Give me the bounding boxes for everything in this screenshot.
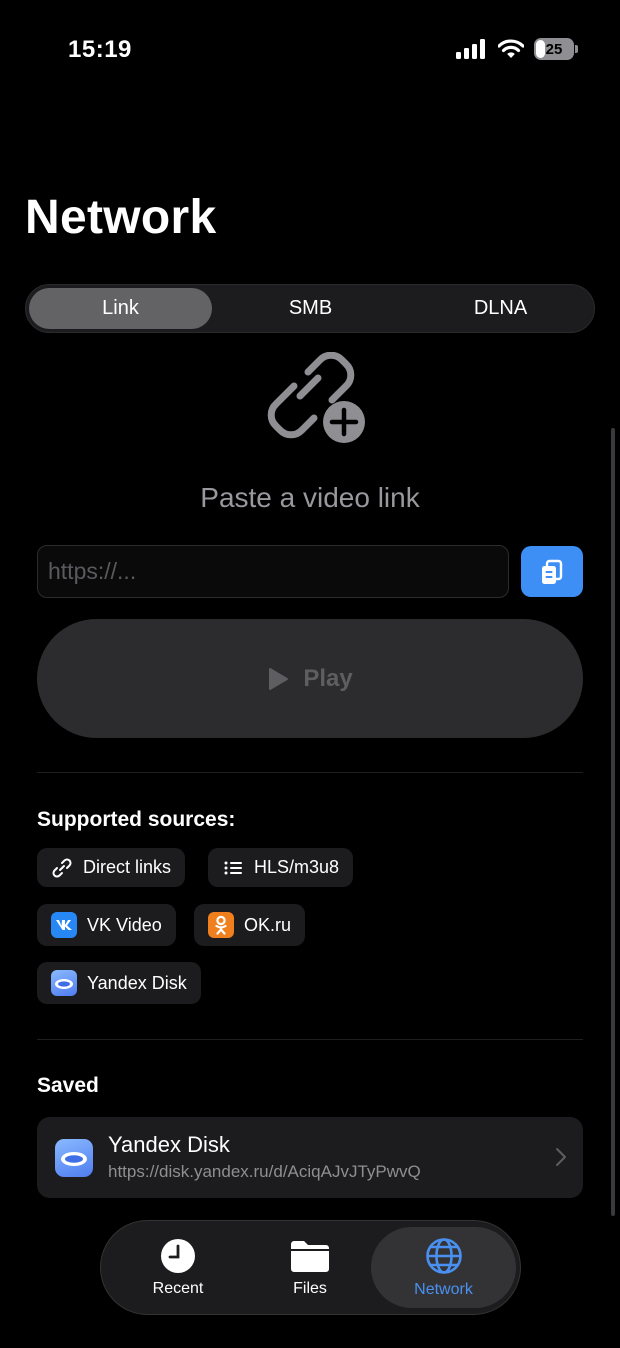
source-label: OK.ru (244, 914, 292, 935)
paste-link-title: Paste a video link (200, 482, 420, 513)
folder-icon (291, 1240, 329, 1272)
source-label: HLS/m3u8 (254, 857, 340, 877)
source-chip-yandex-disk: Yandex Disk (37, 962, 201, 1004)
paste-button[interactable] (521, 546, 583, 597)
source-label: Direct links (83, 857, 172, 877)
source-chip-hls: HLS/m3u8 (208, 848, 354, 887)
saved-item-url: https://disk.yandex.ru/d/AciqAJvJTyPwvQ (108, 1162, 421, 1181)
tab-label: Recent (152, 1279, 204, 1297)
source-chip-vk-video: VK Video (37, 904, 176, 946)
link-icon (52, 857, 72, 878)
source-chip-ok: OK.ru (194, 904, 306, 946)
battery-level: 25 (545, 40, 563, 58)
saved-heading: Saved (37, 1074, 99, 1097)
tab-bar: Recent Files Network (100, 1220, 521, 1315)
tab-label: Files (293, 1279, 327, 1297)
scrollbar[interactable] (611, 428, 615, 1216)
status-bar: 15:19 25 (0, 0, 620, 100)
saved-item-title: Yandex Disk (108, 1132, 230, 1157)
tab-network[interactable]: Network (371, 1227, 516, 1308)
tab-files[interactable]: Files (240, 1227, 380, 1308)
battery-icon: 25 (534, 38, 578, 60)
status-icons: 25 (456, 38, 578, 60)
wifi-icon (498, 39, 524, 58)
saved-item-yandex-disk[interactable]: Yandex Disk https://disk.yandex.ru/d/Aci… (37, 1117, 583, 1198)
clipboard-icon (542, 559, 563, 584)
page-title: Network (25, 191, 217, 244)
tab-link[interactable]: Link (29, 288, 212, 329)
tab-smb[interactable]: SMB (219, 288, 402, 329)
chevron-right-icon (556, 1148, 566, 1166)
source-chip-direct-links: Direct links (37, 848, 186, 887)
divider (37, 772, 583, 773)
play-label: Play (303, 664, 353, 692)
clock-icon (161, 1238, 195, 1273)
status-time: 15:19 (68, 36, 132, 63)
tab-recent[interactable]: Recent (108, 1227, 248, 1308)
segmented-control: Link SMB DLNA (25, 284, 595, 333)
tab-label: Network (414, 1280, 473, 1298)
url-input[interactable] (37, 545, 509, 598)
divider (37, 1039, 583, 1040)
signal-icon (456, 39, 485, 59)
source-label: Yandex Disk (87, 972, 187, 993)
globe-icon (425, 1237, 462, 1274)
list-icon (224, 861, 242, 874)
ok-icon (208, 912, 234, 938)
play-icon (269, 667, 289, 690)
source-label: VK Video (87, 914, 162, 935)
tab-dlna[interactable]: DLNA (409, 288, 592, 329)
yandex-disk-icon (51, 970, 77, 996)
play-button[interactable]: Play (37, 619, 583, 738)
vk-icon (51, 912, 77, 938)
yandex-disk-icon (55, 1139, 93, 1177)
link-plus-icon (267, 352, 365, 443)
supported-sources-heading: Supported sources: (37, 808, 236, 831)
